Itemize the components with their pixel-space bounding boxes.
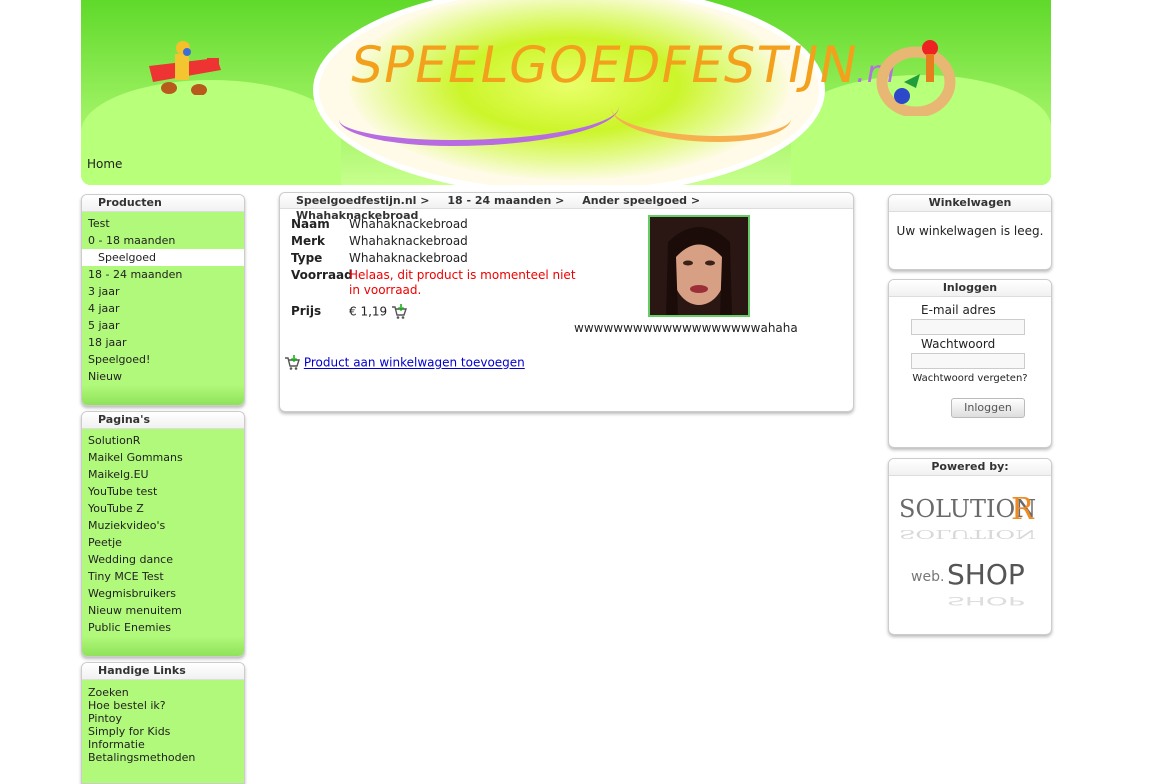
sidebar-item-18-24-maanden[interactable]: 18 - 24 maanden — [82, 266, 244, 283]
link-zoeken[interactable]: Zoeken — [82, 686, 244, 699]
powered-box-title: Powered by: — [889, 459, 1051, 476]
svg-text:SHOP: SHOP — [947, 558, 1025, 591]
page-link-youtube-test[interactable]: YouTube test — [82, 483, 244, 500]
sidebar-item-18-jaar[interactable]: 18 jaar — [82, 334, 244, 351]
logo-main-text: SPEELGOEDFESTIJN — [345, 36, 863, 94]
breadcrumb-home[interactable]: Speelgoedfestijn.nl > — [296, 194, 430, 207]
page-link-youtube-z[interactable]: YouTube Z — [82, 500, 244, 517]
svg-text:R: R — [1011, 492, 1035, 527]
sidebar-item-4-jaar[interactable]: 4 jaar — [82, 300, 244, 317]
password-label: Wachtwoord — [921, 337, 996, 351]
type-value: Whahaknackebroad — [349, 251, 468, 265]
email-label: E-mail adres — [921, 303, 996, 317]
link-informatie[interactable]: Informatie — [82, 738, 244, 751]
sidebar-item-speelgoed[interactable]: Speelgoed — [82, 249, 244, 266]
pages-box-footer — [82, 636, 244, 656]
cart-add-icon[interactable] — [391, 304, 407, 320]
link-hoe-bestel-ik[interactable]: Hoe bestel ik? — [82, 699, 244, 712]
link-betalingsmethoden[interactable]: Betalingsmethoden — [82, 751, 244, 764]
page-link-public-enemies[interactable]: Public Enemies — [82, 619, 244, 636]
page-link-tiny-mce-test[interactable]: Tiny MCE Test — [82, 568, 244, 585]
forgot-password-link[interactable]: Wachtwoord vergeten? — [889, 373, 1051, 384]
page-link-muziekvideos[interactable]: Muziekvideo's — [82, 517, 244, 534]
add-to-cart-row: Product aan winkelwagen toevoegen — [284, 355, 525, 371]
breadcrumb: Speelgoedfestijn.nl > 18 - 24 maanden > … — [280, 193, 853, 222]
pages-box: Pagina's SolutionR Maikel Gommans Maikel… — [81, 411, 245, 657]
add-to-cart-link[interactable]: Product aan winkelwagen toevoegen — [304, 356, 525, 370]
page-link-peetje[interactable]: Peetje — [82, 534, 244, 551]
toy-ring-icon — [876, 40, 956, 116]
prijs-wrap: € 1,19 — [349, 304, 599, 320]
sidebar-item-3-jaar[interactable]: 3 jaar — [82, 283, 244, 300]
products-box: Producten Test 0 - 18 maanden Speelgoed … — [81, 194, 245, 406]
type-label: Type — [291, 251, 323, 265]
page-link-solutionr[interactable]: SolutionR — [82, 432, 244, 449]
sidebar-item-nieuw[interactable]: Nieuw — [82, 368, 244, 385]
products-box-footer — [82, 385, 244, 405]
merk-value: Whahaknackebroad — [349, 234, 468, 248]
page-link-wedding-dance[interactable]: Wedding dance — [82, 551, 244, 568]
svg-text:SOLUTION: SOLUTION — [899, 527, 1036, 541]
products-list: Test 0 - 18 maanden Speelgoed 18 - 24 ma… — [82, 212, 244, 385]
site-header: SPEELGOEDFESTIJN.nl Home — [81, 0, 1051, 185]
product-image[interactable] — [648, 215, 750, 317]
cart-empty-text: Uw winkelwagen is leeg. — [896, 224, 1044, 238]
password-field[interactable] — [911, 353, 1025, 369]
product-panel: Speelgoedfestijn.nl > 18 - 24 maanden > … — [279, 192, 854, 412]
product-caption: wwwwwwwwwwwwwwwwwwwahaha — [574, 321, 798, 335]
page-link-nieuw-menuitem[interactable]: Nieuw menuitem — [82, 602, 244, 619]
login-box: Inloggen E-mail adres Wachtwoord Wachtwo… — [888, 279, 1052, 448]
powered-box: Powered by: SOLUTION R SOLUTION web. SHO… — [888, 458, 1052, 635]
voorraad-value: Helaas, dit product is momenteel niet in… — [349, 268, 576, 297]
nav-home-link[interactable]: Home — [87, 157, 122, 171]
email-field[interactable] — [911, 319, 1025, 335]
products-box-title: Producten — [82, 195, 244, 212]
solutionr-webshop-logo[interactable]: SOLUTION R SOLUTION web. SHOP SHOP — [897, 489, 1043, 609]
svg-text:SHOP: SHOP — [947, 594, 1025, 607]
prijs-value: € 1,19 — [349, 304, 388, 319]
sidebar-item-5-jaar[interactable]: 5 jaar — [82, 317, 244, 334]
breadcrumb-subcategory[interactable]: Ander speelgoed > — [582, 194, 700, 207]
links-list: Zoeken Hoe bestel ik? Pintoy Simply for … — [82, 680, 244, 783]
page-link-maikel-gommans[interactable]: Maikel Gommans — [82, 449, 244, 466]
site-logo[interactable]: SPEELGOEDFESTIJN.nl — [346, 36, 899, 94]
cart-add-icon[interactable] — [284, 355, 300, 371]
naam-value: Whahaknackebroad — [349, 217, 468, 231]
sidebar-item-0-18-maanden[interactable]: 0 - 18 maanden — [82, 232, 244, 249]
naam-label: Naam — [291, 217, 330, 231]
merk-label: Merk — [291, 234, 325, 248]
login-button[interactable]: Inloggen — [951, 398, 1025, 418]
link-pintoy[interactable]: Pintoy — [82, 712, 244, 725]
pages-box-title: Pagina's — [82, 412, 244, 429]
toy-plane-icon — [149, 41, 221, 95]
links-box: Handige Links Zoeken Hoe bestel ik? Pint… — [81, 662, 245, 784]
cart-box: Winkelwagen Uw winkelwagen is leeg. — [888, 194, 1052, 270]
pages-list: SolutionR Maikel Gommans Maikelg.EU YouT… — [82, 429, 244, 636]
link-simply-for-kids[interactable]: Simply for Kids — [82, 725, 244, 738]
sidebar-item-test[interactable]: Test — [82, 215, 244, 232]
page-link-wegmisbruikers[interactable]: Wegmisbruikers — [82, 585, 244, 602]
links-box-title: Handige Links — [82, 663, 244, 680]
sidebar-item-speelgoed-excl[interactable]: Speelgoed! — [82, 351, 244, 368]
prijs-label: Prijs — [291, 304, 322, 318]
breadcrumb-category[interactable]: 18 - 24 maanden > — [447, 194, 564, 207]
page-link-maikelg-eu[interactable]: Maikelg.EU — [82, 466, 244, 483]
login-box-title: Inloggen — [889, 280, 1051, 297]
cart-box-title: Winkelwagen — [889, 195, 1051, 212]
svg-text:web.: web. — [911, 569, 944, 585]
voorraad-label: Voorraad — [291, 268, 353, 282]
